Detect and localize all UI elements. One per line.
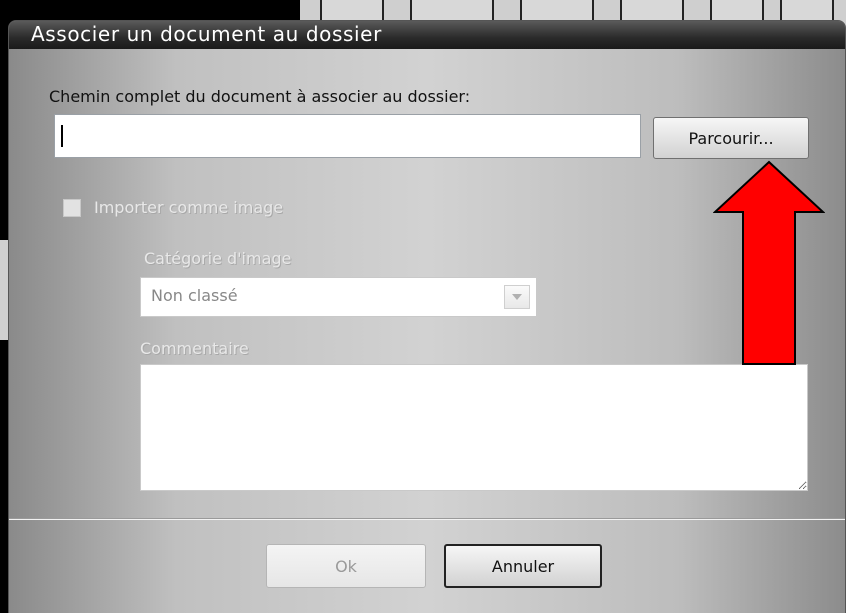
image-category-label: Catégorie d'image bbox=[144, 249, 292, 268]
path-label: Chemin complet du document à associer au… bbox=[49, 87, 471, 106]
cancel-button[interactable]: Annuler bbox=[444, 544, 602, 588]
footer-separator bbox=[9, 518, 845, 520]
cancel-button-label: Annuler bbox=[491, 556, 555, 576]
document-path-input[interactable] bbox=[54, 114, 641, 158]
image-category-value: Non classé bbox=[151, 286, 238, 305]
ok-button-label: Ok bbox=[335, 556, 357, 576]
screen: Associer un document au dossier Chemin c… bbox=[0, 0, 846, 613]
comment-textarea[interactable] bbox=[140, 364, 808, 491]
dialog-title: Associer un document au dossier bbox=[31, 22, 382, 46]
browse-button[interactable]: Parcourir... bbox=[653, 117, 809, 159]
comment-label: Commentaire bbox=[140, 339, 249, 358]
red-arrow-annotation bbox=[713, 160, 825, 365]
browse-button-label: Parcourir... bbox=[688, 128, 774, 148]
import-as-image-label: Importer comme image bbox=[94, 198, 284, 217]
dialog-titlebar[interactable]: Associer un document au dossier bbox=[9, 21, 845, 49]
text-caret bbox=[61, 125, 63, 147]
arrow-up-icon bbox=[713, 160, 825, 365]
import-as-image-checkbox[interactable] bbox=[63, 199, 81, 217]
ok-button[interactable]: Ok bbox=[266, 544, 426, 588]
image-category-select[interactable]: Non classé bbox=[140, 277, 537, 317]
chevron-down-icon[interactable] bbox=[504, 285, 530, 309]
